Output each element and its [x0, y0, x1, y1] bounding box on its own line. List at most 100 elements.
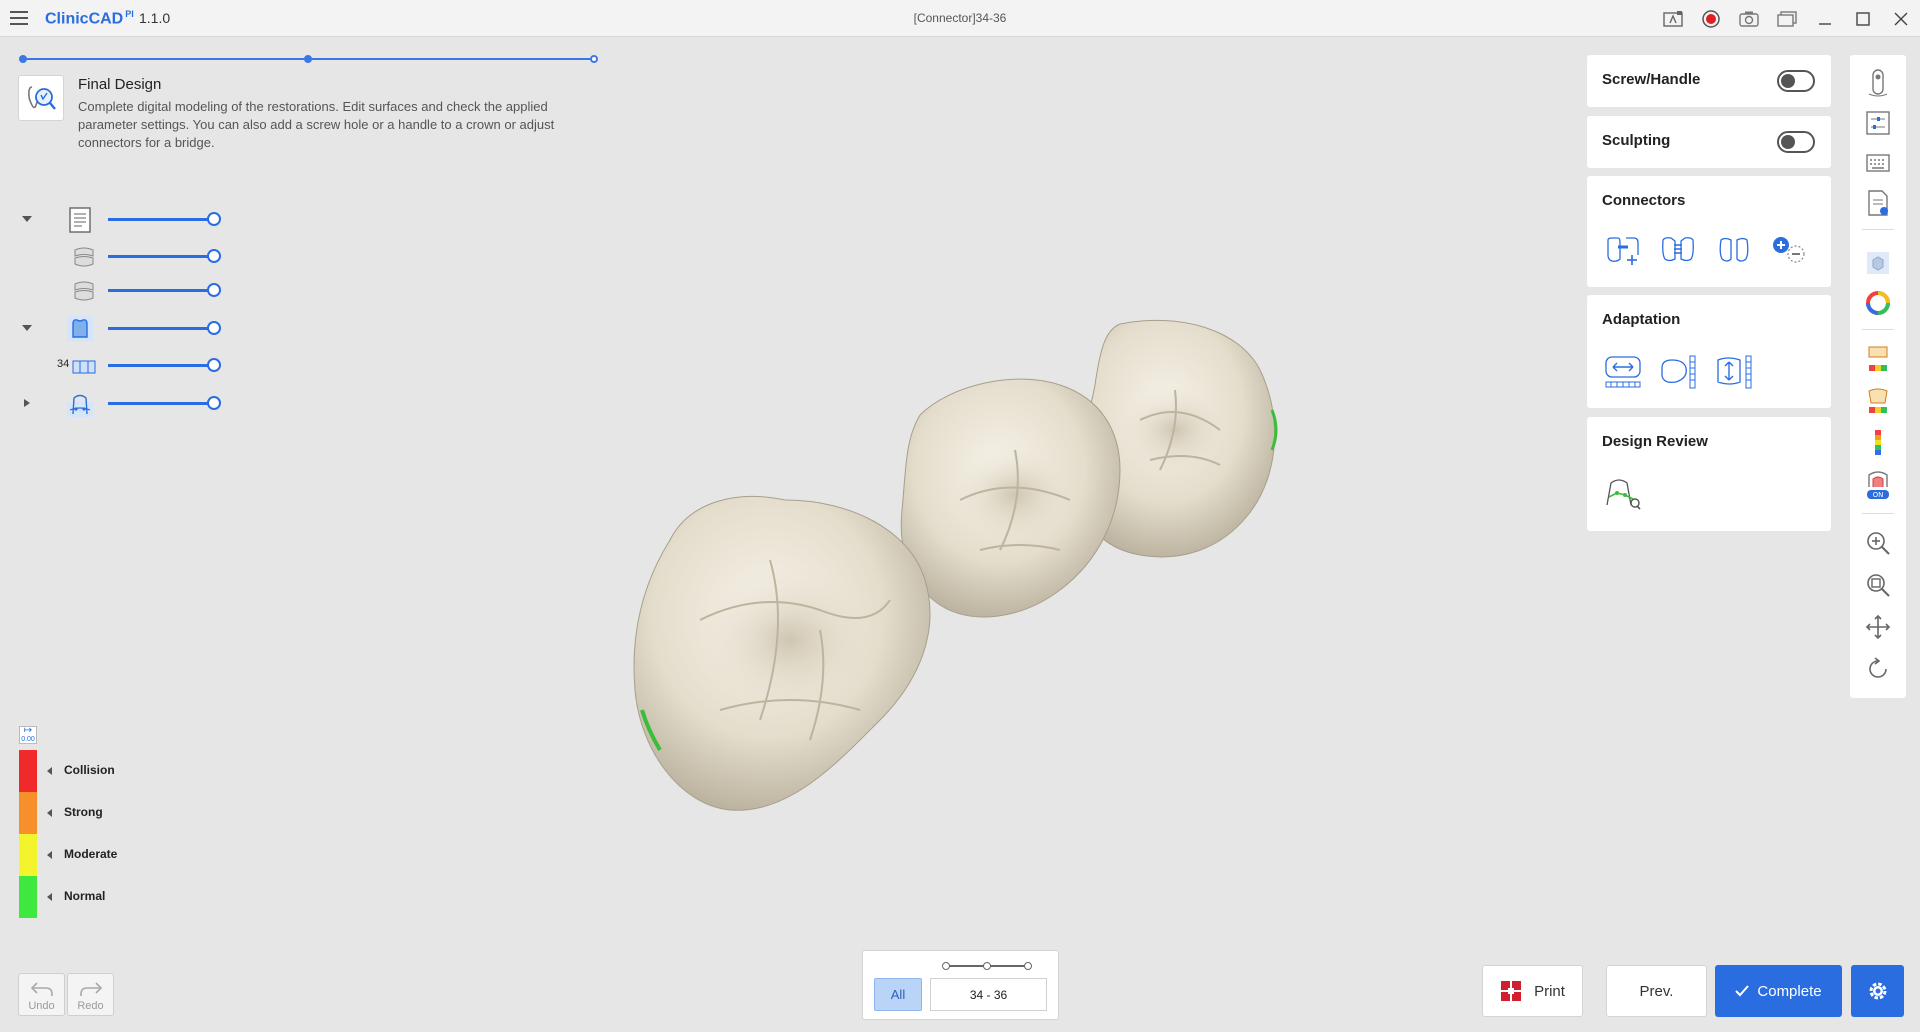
lower-occlusion-map-icon[interactable] — [1858, 381, 1898, 421]
upper-jaw-icon[interactable] — [69, 243, 99, 271]
slider-knob[interactable] — [207, 249, 221, 263]
layer-opacity-slider[interactable] — [108, 212, 221, 226]
remove-connector-icon[interactable] — [1713, 229, 1755, 271]
zoom-in-icon[interactable] — [1858, 523, 1898, 563]
toolbar-separator — [1862, 329, 1894, 330]
svg-text:ON: ON — [1873, 491, 1884, 499]
legend-color-strong — [19, 792, 37, 834]
print-button[interactable]: Print — [1482, 965, 1583, 1017]
pan-icon[interactable] — [1858, 607, 1898, 647]
collapse-arrow-icon[interactable] — [21, 323, 33, 333]
layer-opacity-slider[interactable] — [108, 358, 221, 372]
record-icon[interactable] — [1692, 0, 1730, 37]
thickness-map-icon[interactable] — [1858, 423, 1898, 463]
redo-icon — [79, 982, 102, 996]
layer-row-lower-jaw — [0, 275, 240, 305]
redo-label: Redo — [77, 1000, 104, 1012]
toggle-knob — [1781, 74, 1795, 88]
slider-knob[interactable] — [207, 321, 221, 335]
slider-knob[interactable] — [207, 212, 221, 226]
layer-opacity-slider[interactable] — [108, 321, 221, 335]
sculpting-panel: Sculpting — [1587, 116, 1831, 168]
slider-knob[interactable] — [207, 396, 221, 410]
range-slider-handle[interactable] — [1024, 962, 1032, 970]
legend-icon-text: 0.00 — [21, 736, 35, 743]
scan-document-icon[interactable] — [65, 206, 95, 234]
undercut-toggle-icon[interactable]: ON — [1858, 465, 1898, 505]
slider-knob[interactable] — [207, 283, 221, 297]
bridge-3d-model[interactable] — [620, 300, 1340, 840]
crown-icon[interactable] — [65, 315, 95, 343]
model-view-icon[interactable] — [1858, 243, 1898, 283]
rotate-icon[interactable] — [1858, 649, 1898, 689]
tooth-35[interactable] — [900, 378, 1121, 618]
lower-jaw-icon[interactable] — [69, 277, 99, 305]
caret-left-icon — [47, 892, 52, 901]
window-controls — [1654, 0, 1920, 37]
complete-label: Complete — [1757, 982, 1822, 1000]
add-remove-point-icon[interactable] — [1767, 229, 1809, 271]
legend-item-normal[interactable]: Normal — [47, 889, 105, 903]
adaptation-panel: Adaptation — [1587, 295, 1831, 408]
undo-button[interactable]: Undo — [18, 973, 65, 1016]
step-dot-3[interactable] — [590, 55, 598, 63]
adapt-height-icon[interactable] — [1713, 351, 1755, 393]
select-all-button[interactable]: All — [874, 978, 922, 1011]
step-dot-1[interactable] — [19, 55, 27, 63]
report-icon[interactable] — [1858, 183, 1898, 223]
slider-knob[interactable] — [207, 358, 221, 372]
adapt-proximal-icon[interactable] — [1657, 351, 1699, 393]
capture-view-icon[interactable] — [1654, 0, 1692, 37]
camera-icon[interactable] — [1730, 0, 1768, 37]
layer-row-scan — [0, 204, 240, 234]
distance-legend-icon[interactable]: ↦ 0.00 — [19, 726, 37, 744]
step-dot-2[interactable] — [304, 55, 312, 63]
edit-connector-icon[interactable] — [1657, 229, 1699, 271]
expand-arrow-icon[interactable] — [21, 398, 33, 408]
range-slider-handle[interactable] — [942, 962, 950, 970]
layer-opacity-slider[interactable] — [108, 249, 221, 263]
bridge-icon[interactable] — [69, 352, 99, 380]
legend-item-moderate[interactable]: Moderate — [47, 847, 117, 861]
keyboard-icon[interactable] — [1858, 143, 1898, 183]
caret-left-icon — [47, 850, 52, 859]
add-connector-icon[interactable] — [1602, 229, 1644, 271]
tooth-34[interactable] — [633, 495, 931, 811]
sculpting-toggle[interactable] — [1777, 131, 1815, 153]
range-slider-handle[interactable] — [983, 962, 991, 970]
collapse-arrow-icon[interactable] — [21, 214, 33, 224]
caret-left-icon — [47, 766, 52, 775]
layer-row-margin — [0, 388, 240, 418]
layer-opacity-slider[interactable] — [108, 396, 221, 410]
check-icon — [1735, 985, 1750, 997]
legend-label: Collision — [64, 763, 115, 777]
margin-line-icon[interactable] — [65, 390, 95, 418]
tooth-range-field[interactable]: 34 - 36 — [930, 978, 1047, 1011]
complete-button[interactable]: Complete — [1715, 965, 1842, 1017]
color-wheel-icon[interactable] — [1858, 283, 1898, 323]
screw-handle-panel: Screw/Handle — [1587, 55, 1831, 107]
gallery-icon[interactable] — [1768, 0, 1806, 37]
screw-handle-toggle[interactable] — [1777, 70, 1815, 92]
redo-button[interactable]: Redo — [67, 973, 114, 1016]
design-review-tool-icon[interactable] — [1602, 472, 1644, 514]
range-slider[interactable] — [942, 962, 1032, 970]
sculpting-title: Sculpting — [1602, 132, 1671, 149]
zoom-fit-icon[interactable] — [1858, 565, 1898, 605]
settings-button[interactable] — [1851, 965, 1904, 1017]
upper-occlusion-map-icon[interactable] — [1858, 339, 1898, 379]
maximize-icon[interactable] — [1844, 0, 1882, 37]
tooth-number: 34 — [57, 358, 70, 370]
legend-item-strong[interactable]: Strong — [47, 805, 103, 819]
screw-handle-title: Screw/Handle — [1602, 71, 1701, 88]
prev-button[interactable]: Prev. — [1606, 965, 1707, 1017]
gear-icon — [1869, 982, 1886, 1000]
close-icon[interactable] — [1882, 0, 1920, 37]
scan-view-icon[interactable] — [1858, 63, 1898, 103]
legend-item-collision[interactable]: Collision — [47, 763, 115, 777]
layer-opacity-slider[interactable] — [108, 283, 221, 297]
adapt-occlusion-icon[interactable] — [1602, 351, 1644, 393]
minimize-icon[interactable] — [1806, 0, 1844, 37]
undo-icon — [30, 982, 53, 996]
parameters-icon[interactable] — [1858, 103, 1898, 143]
